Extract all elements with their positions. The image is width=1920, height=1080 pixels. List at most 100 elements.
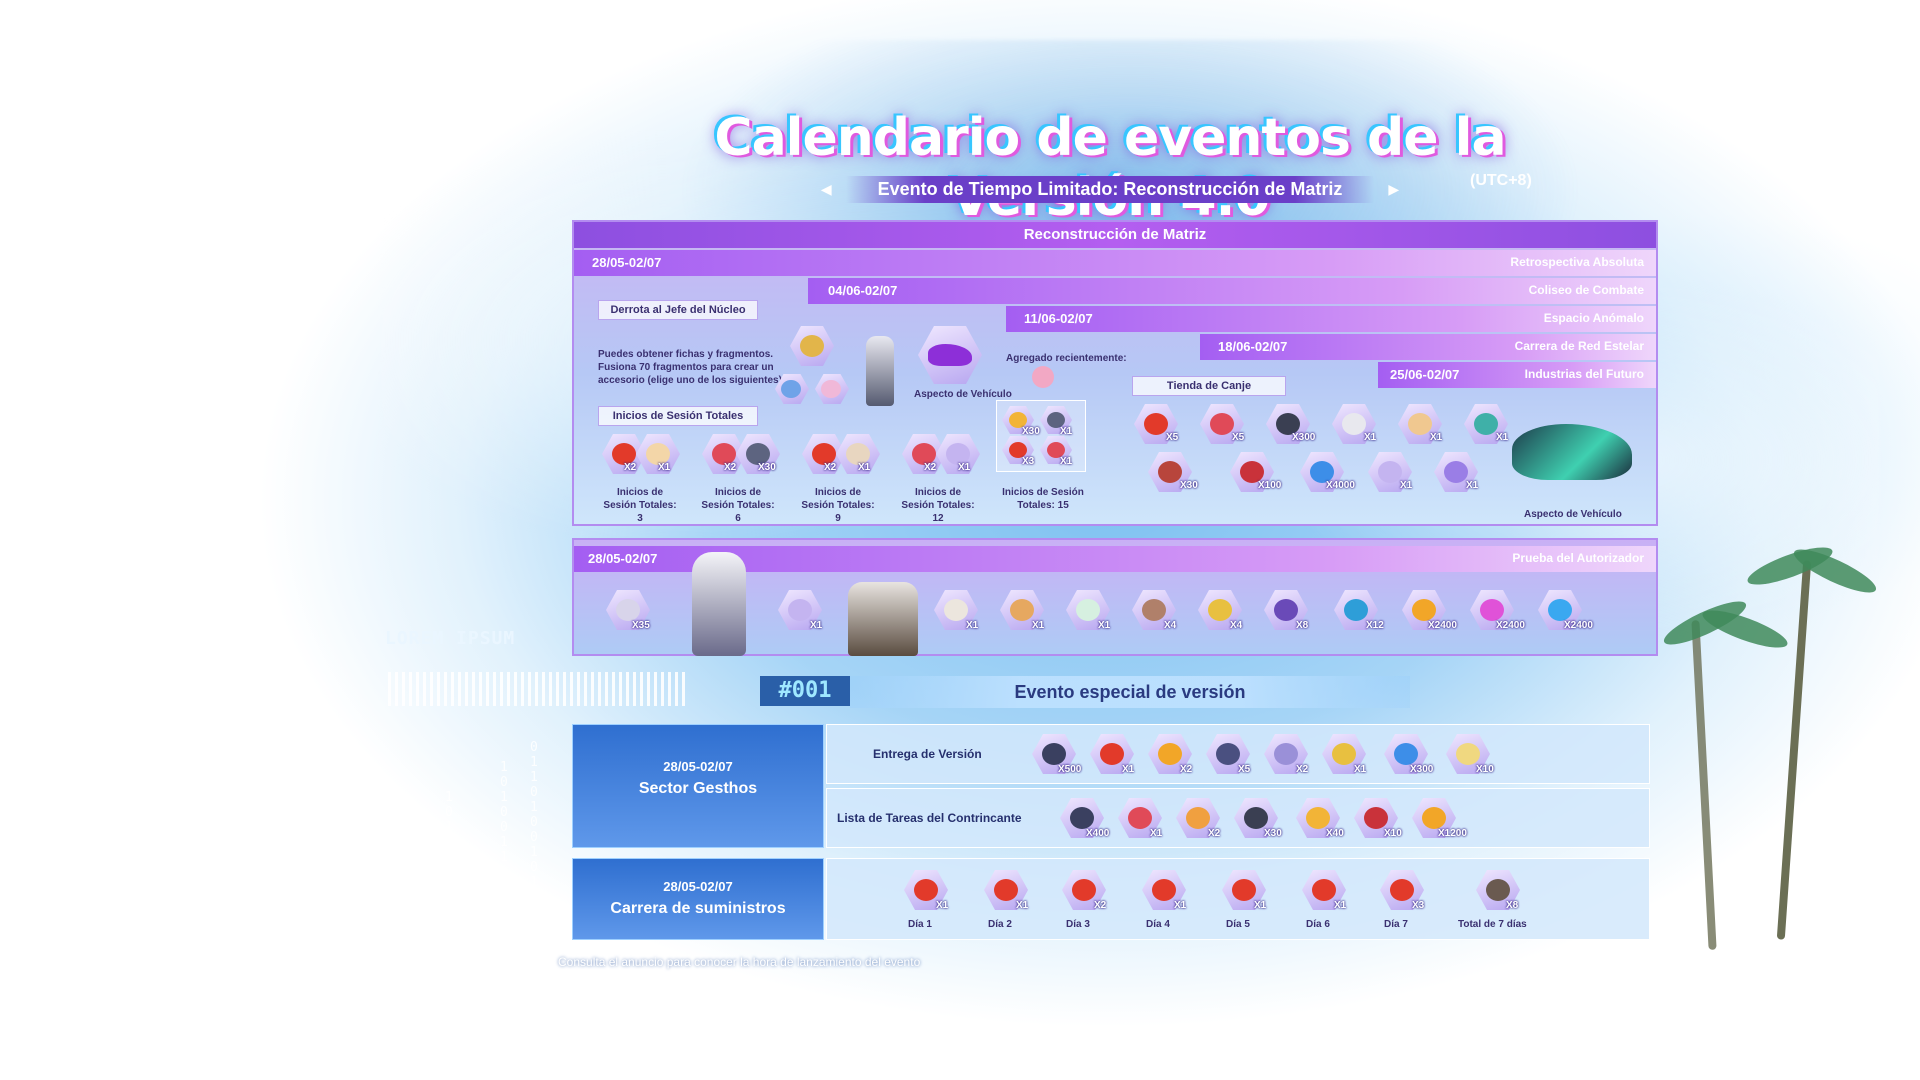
page-title: Calendario de eventos de la Versión 4.0	[714, 108, 1506, 228]
item-quantity: X12	[1366, 620, 1384, 631]
item-quantity: X1	[858, 462, 871, 473]
item-quantity: X30	[1022, 426, 1040, 437]
login-reward-label: Inicios de Sesión Totales: 12	[901, 487, 975, 524]
item-quantity: X1	[1150, 828, 1163, 839]
timeline-bar: 28/05-02/07 Retrospectiva Absoluta	[574, 250, 1656, 276]
item-quantity: X1	[1466, 480, 1479, 491]
item-quantity: X1	[1122, 764, 1135, 775]
item-quantity: X100	[1258, 480, 1282, 491]
timeline-name: Industrias del Futuro	[1524, 367, 1644, 381]
login-reward-label: Inicios de Sesión Totales: 9	[801, 487, 875, 524]
login-reward-label: Inicios de Sesión Totales: 6	[701, 487, 775, 524]
binary-decor: 0110100101100101	[530, 740, 538, 980]
item-quantity: X2	[1180, 764, 1193, 775]
timeline-date: 18/06-02/07	[1218, 339, 1288, 354]
item-quantity: X1	[1098, 620, 1111, 631]
item-quantity: X300	[1410, 764, 1434, 775]
binary-decor: 1010011010100110	[500, 760, 508, 1000]
item-quantity: X10	[1384, 828, 1402, 839]
item-quantity: X8	[1506, 900, 1519, 911]
item-quantity: X1200	[1438, 828, 1467, 839]
item-quantity: X2	[624, 462, 637, 473]
item-quantity: X2	[1094, 900, 1107, 911]
matrix-panel-heading: Reconstrucción de Matriz	[574, 222, 1656, 248]
item-quantity: X500	[1058, 764, 1082, 775]
item-quantity: X5	[1238, 764, 1251, 775]
sector-card: 28/05-02/07 Sector Gesthos	[572, 724, 824, 848]
login-reward-label: Inicios de Sesión Totales: 3	[603, 487, 677, 524]
day-label: Día 4	[1146, 919, 1170, 930]
item-quantity: X400	[1086, 828, 1110, 839]
item-quantity: X1	[936, 900, 949, 911]
newly-added-label: Agregado recientemente:	[1006, 353, 1127, 364]
item-quantity: X3	[1022, 456, 1035, 467]
item-quantity: X2400	[1428, 620, 1457, 631]
timeline-bar: 18/06-02/07 Carrera de Red Estelar	[1200, 334, 1656, 360]
item-quantity: X2	[1208, 828, 1221, 839]
item-quantity: X1	[1400, 480, 1413, 491]
item-quantity: X2	[1296, 764, 1309, 775]
item-quantity: X30	[758, 462, 776, 473]
day-label: Día 2	[988, 919, 1012, 930]
item-quantity: X1	[1254, 900, 1267, 911]
day-label: Día 6	[1306, 919, 1330, 930]
special-event-heading: Evento especial de versión	[850, 676, 1410, 708]
character-figure	[692, 552, 746, 656]
item-quantity: X5	[1232, 432, 1245, 443]
item-quantity: X1	[1060, 456, 1073, 467]
delivery-label: Entrega de Versión	[873, 747, 982, 761]
chevron-right-icon: ▶	[1388, 180, 1400, 197]
lorem-decor: LOREM IPSUM	[385, 628, 516, 649]
title-block: Calendario de eventos de la Versión 4.0	[600, 108, 1620, 228]
chevron-left-icon: ◀	[820, 180, 832, 197]
item-quantity: X1	[1430, 432, 1443, 443]
umbrella-icon	[1032, 366, 1054, 388]
authorizer-date: 28/05-02/07	[588, 551, 658, 566]
item-quantity: X5	[1166, 432, 1179, 443]
supply-date: 28/05-02/07	[663, 879, 733, 894]
item-quantity: X1	[658, 462, 671, 473]
tasks-label: Lista de Tareas del Contrincante	[837, 811, 1022, 825]
authorizer-name: Prueba del Autorizador	[1512, 551, 1644, 565]
character-figure	[866, 336, 894, 406]
item-quantity: X1	[810, 620, 823, 631]
footnote: Consulta el anuncio para conocer la hora…	[558, 955, 921, 969]
item-quantity: X1	[1334, 900, 1347, 911]
item-quantity: X1	[1354, 764, 1367, 775]
item-quantity: X2	[924, 462, 937, 473]
sector-date: 28/05-02/07	[663, 759, 733, 774]
item-quantity: X35	[632, 620, 650, 631]
timeline-bar: 04/06-02/07 Coliseo de Combate	[808, 278, 1656, 304]
item-quantity: X2	[824, 462, 837, 473]
item-quantity: X1	[1060, 426, 1073, 437]
event-number-tag: #001	[760, 676, 850, 706]
item-quantity: X4	[1230, 620, 1243, 631]
timeline-name: Coliseo de Combate	[1528, 283, 1644, 297]
day-label: Día 5	[1226, 919, 1250, 930]
day-label: Día 1	[908, 919, 932, 930]
boss-description: Puedes obtener fichas y fragmentos. Fusi…	[598, 349, 786, 386]
item-quantity: X30	[1264, 828, 1282, 839]
day-label: Día 3	[1066, 919, 1090, 930]
timeline-date: 25/06-02/07	[1390, 367, 1460, 382]
shop-vehicle-label: Aspecto de Vehículo	[1524, 509, 1622, 520]
shop-label: Tienda de Canje	[1132, 376, 1286, 396]
item-quantity: X1	[1174, 900, 1187, 911]
item-quantity: X2400	[1496, 620, 1525, 631]
day-label: Total de 7 días	[1458, 919, 1527, 930]
item-quantity: X2400	[1564, 620, 1593, 631]
item-quantity: X4000	[1326, 480, 1355, 491]
item-quantity: X8	[1296, 620, 1309, 631]
item-quantity: X40	[1326, 828, 1344, 839]
item-quantity: X1	[966, 620, 979, 631]
timeline-name: Carrera de Red Estelar	[1514, 339, 1644, 353]
timezone-label: (UTC+8)	[1470, 172, 1532, 189]
item-quantity: X10	[1476, 764, 1494, 775]
timeline-name: Retrospectiva Absoluta	[1510, 255, 1644, 269]
subtitle-row: ◀ Evento de Tiempo Limitado: Reconstrucc…	[810, 175, 1410, 203]
supply-name: Carrera de suministros	[610, 900, 786, 917]
timeline-date: 11/06-02/07	[1024, 311, 1093, 326]
character-pair-figure	[848, 582, 918, 656]
item-quantity: X1	[958, 462, 971, 473]
item-quantity: X4	[1164, 620, 1177, 631]
